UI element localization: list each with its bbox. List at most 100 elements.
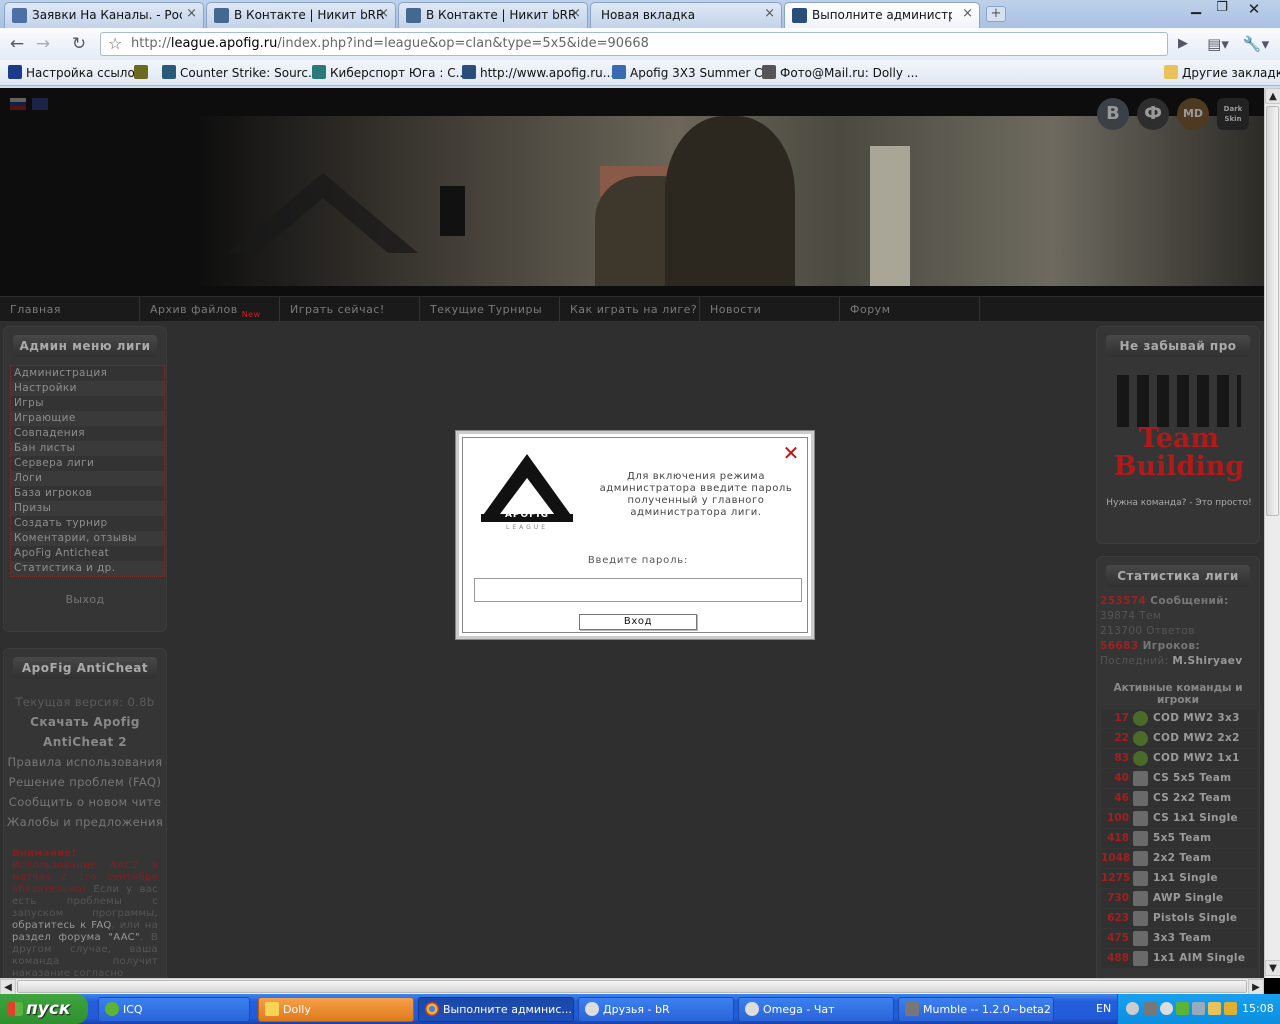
page-menu-icon[interactable]: ▤▾ <box>1204 33 1232 55</box>
team-building-banner[interactable]: Team Building Нужна команда? - Это прост… <box>1105 367 1253 508</box>
wrench-menu-icon[interactable]: 🔧▾ <box>1240 33 1272 55</box>
tray-icon[interactable] <box>1208 1002 1221 1015</box>
anticheat-report-link[interactable]: Сообщить о новом чите <box>4 795 166 809</box>
close-tab-icon[interactable]: × <box>570 6 581 21</box>
close-tab-icon[interactable]: × <box>764 6 775 21</box>
team-row[interactable]: 418 5x5 Team <box>1101 829 1257 848</box>
warning-faq-link[interactable]: обратитесь к FAQ <box>12 920 112 931</box>
admin-menu-item[interactable]: Играющие <box>11 411 164 426</box>
go-icon[interactable]: ▶ <box>1171 33 1195 55</box>
anticheat-download-link[interactable]: Скачать Apofig <box>4 715 166 729</box>
admin-menu-item[interactable]: Коментарии, отзывы <box>11 531 164 546</box>
close-tab-icon[interactable]: × <box>378 6 389 21</box>
admin-exit-link[interactable]: Выход <box>4 593 166 606</box>
moimir-icon[interactable]: MD <box>1177 98 1209 130</box>
vkontakte-icon[interactable]: B <box>1097 98 1129 130</box>
anticheat-faq-link[interactable]: Решение проблем (FAQ) <box>4 775 166 789</box>
tab-new[interactable]: Новая вкладка × <box>590 2 782 28</box>
horizontal-scroll-thumb[interactable] <box>17 980 1247 993</box>
other-bookmarks[interactable]: Другие закладки <box>1164 65 1280 80</box>
team-name[interactable]: AWP Single <box>1153 892 1223 904</box>
team-name[interactable]: 2x2 Team <box>1153 852 1211 864</box>
menu-how-to-play[interactable]: Как играть на лиге? <box>560 297 700 322</box>
team-name[interactable]: Pistols Single <box>1153 912 1237 924</box>
admin-menu-item[interactable]: Статистика и др. <box>11 561 164 576</box>
scroll-left-icon[interactable]: ◀ <box>0 979 16 995</box>
team-row[interactable]: 488 1x1 AIM Single <box>1101 949 1257 968</box>
reload-icon[interactable]: ↻ <box>67 33 91 55</box>
anticheat-feedback-link[interactable]: Жалобы и предложения <box>4 815 166 829</box>
team-row[interactable]: 1275 1x1 Single <box>1101 869 1257 888</box>
team-row[interactable]: 22 COD MW2 2x2 <box>1101 729 1257 748</box>
taskbar-item-mumble[interactable]: Mumble -- 1.2.0~beta2 <box>898 997 1054 1022</box>
team-name[interactable]: COD MW2 1x1 <box>1153 752 1240 764</box>
russian-flag-icon[interactable] <box>10 98 26 110</box>
team-row[interactable]: 623 Pistols Single <box>1101 909 1257 928</box>
login-button[interactable]: Вход <box>579 614 697 630</box>
language-indicator[interactable]: EN <box>1096 1002 1111 1015</box>
team-name[interactable]: COD MW2 3x3 <box>1153 712 1240 724</box>
team-name[interactable]: 1x1 Single <box>1153 872 1218 884</box>
admin-menu-item[interactable]: Создать турнир <box>11 516 164 531</box>
scroll-down-icon[interactable]: ▼ <box>1265 960 1280 976</box>
tab-vk-1[interactable]: В Контакте | Никит bRRR... × <box>206 2 396 28</box>
vertical-scroll-thumb[interactable] <box>1266 106 1279 516</box>
steam-icon[interactable]: Ф <box>1137 98 1169 130</box>
bookmark-item[interactable]: Counter Strike: Sourc... <box>162 65 319 80</box>
team-name[interactable]: 5x5 Team <box>1153 832 1211 844</box>
team-name[interactable]: 1x1 AIM Single <box>1153 952 1245 964</box>
close-icon[interactable]: ✕ <box>782 443 800 463</box>
volume-icon[interactable] <box>1224 1002 1237 1015</box>
menu-forum[interactable]: Форум <box>840 297 980 322</box>
tab-zayavki[interactable]: Заявки На Каналы. - Росс... × <box>4 2 204 28</box>
team-row[interactable]: 100 CS 1x1 Single <box>1101 809 1257 828</box>
password-input[interactable] <box>474 578 802 602</box>
network-tray-icon[interactable] <box>1192 1002 1205 1015</box>
horizontal-scrollbar[interactable]: ◀ ▶ <box>0 978 1264 995</box>
team-row[interactable]: 730 AWP Single <box>1101 889 1257 908</box>
team-name[interactable]: CS 5x5 Team <box>1153 772 1231 784</box>
close-tab-icon[interactable]: × <box>962 6 973 21</box>
menu-tournaments[interactable]: Текущие Турниры <box>420 297 560 322</box>
tab-vk-2[interactable]: В Контакте | Никит bRRR... × <box>398 2 588 28</box>
menu-home[interactable]: Главная <box>0 297 140 322</box>
bookmark-item[interactable] <box>134 65 152 80</box>
team-name[interactable]: CS 1x1 Single <box>1153 812 1238 824</box>
admin-menu-item[interactable]: Администрация <box>11 366 164 381</box>
close-window-icon[interactable]: ✕ <box>1242 0 1266 18</box>
admin-menu-item[interactable]: Совпадения <box>11 426 164 441</box>
tab-apofig-active[interactable]: Выполните администрати... × <box>784 2 980 28</box>
steam-tray-icon[interactable] <box>1160 1002 1173 1015</box>
warning-forum-link[interactable]: раздел форума "AAC" <box>12 932 140 943</box>
scroll-up-icon[interactable]: ▲ <box>1265 88 1280 104</box>
bookmark-star-icon[interactable]: ☆ <box>108 33 122 55</box>
bookmark-item[interactable]: Настройка ссылок <box>8 65 142 80</box>
dark-skin-toggle[interactable]: Dark Skin <box>1217 98 1249 130</box>
taskbar-item-browser[interactable]: Выполните админис... <box>418 997 574 1022</box>
taskbar-item-icq[interactable]: ICQ <box>98 997 250 1022</box>
team-row[interactable]: 83 COD MW2 1x1 <box>1101 749 1257 768</box>
english-flag-icon[interactable] <box>32 98 48 110</box>
team-row[interactable]: 475 3x3 Team <box>1101 929 1257 948</box>
mumble-tray-icon[interactable] <box>1144 1002 1157 1015</box>
admin-menu-item[interactable]: Сервера лиги <box>11 456 164 471</box>
address-bar[interactable]: ☆ http://league.apofig.ru/index.php?ind=… <box>100 32 1168 56</box>
team-row[interactable]: 46 CS 2x2 Team <box>1101 789 1257 808</box>
anticheat-download-link-2[interactable]: AntiCheat 2 <box>4 735 166 749</box>
bookmark-item[interactable]: http://www.apofig.ru... <box>462 65 614 80</box>
back-icon[interactable]: ← <box>5 33 29 55</box>
menu-play-now[interactable]: Играть сейчас! <box>280 297 420 322</box>
vertical-scrollbar[interactable]: ▲ ▼ <box>1264 88 1280 978</box>
menu-files[interactable]: Архив файлов New <box>140 297 280 322</box>
taskbar-item-steam-friends[interactable]: Друзья - bR <box>578 997 734 1022</box>
admin-menu-item[interactable]: Логи <box>11 471 164 486</box>
minimize-icon[interactable]: ▁ <box>1184 0 1208 18</box>
team-row[interactable]: 17 COD MW2 3x3 <box>1101 709 1257 728</box>
team-name[interactable]: COD MW2 2x2 <box>1153 732 1240 744</box>
taskbar-item-steam-chat[interactable]: Omega - Чат <box>738 997 894 1022</box>
bookmark-item[interactable]: Apofig 3X3 Summer C... <box>612 65 774 80</box>
forward-icon[interactable]: → <box>31 33 55 55</box>
team-name[interactable]: 3x3 Team <box>1153 932 1211 944</box>
start-button[interactable]: пуск <box>0 994 88 1024</box>
last-player-link[interactable]: M.Shiryaev <box>1172 655 1242 667</box>
